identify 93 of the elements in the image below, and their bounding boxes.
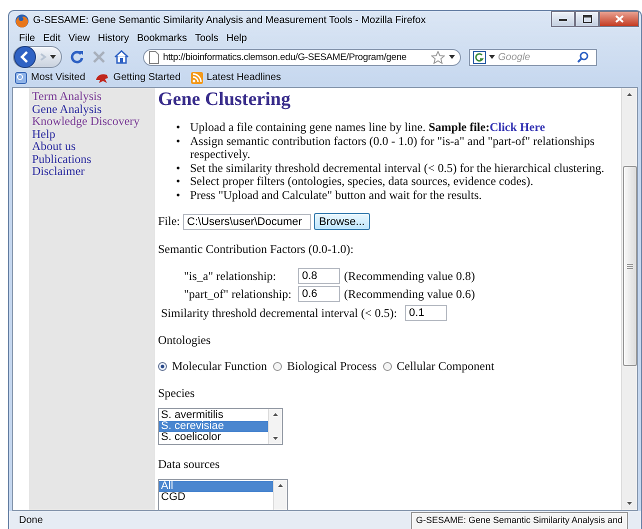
list-option[interactable]: All (159, 481, 273, 492)
maximize-button[interactable] (575, 11, 599, 27)
sample-file-link[interactable]: Click Here (490, 120, 546, 134)
caret-icon[interactable] (449, 55, 455, 60)
field-label: "part_of" relationship: (184, 286, 292, 302)
scroll-up-icon[interactable] (278, 484, 283, 488)
close-button[interactable] (599, 11, 639, 27)
sidebar-link[interactable]: About us (32, 140, 155, 153)
sidebar-link[interactable]: Help (32, 128, 155, 140)
file-label: File: (158, 214, 180, 230)
minimize-icon (559, 18, 567, 20)
bookmark-item[interactable]: Getting Started (95, 72, 181, 84)
reload-icon[interactable] (70, 50, 84, 64)
status-text: Done (19, 514, 43, 526)
section-heading: Semantic Contribution Factors (0.0-1.0): (158, 242, 355, 258)
recommendation-text: (Recommending value 0.6) (344, 286, 476, 302)
factor-field[interactable]: 0.6 (298, 286, 340, 302)
list-scrollbar[interactable] (268, 409, 282, 444)
field-label: Similarity threshold decremental interval (< 0.5): (161, 306, 398, 321)
back-icon[interactable] (14, 46, 36, 68)
search-icon[interactable] (577, 51, 589, 64)
sidebar-link[interactable]: Knowledge Discovery (32, 115, 155, 128)
sidebar-link[interactable]: Term Analysis (32, 90, 155, 103)
close-icon (614, 15, 624, 23)
section-heading: Species (158, 386, 196, 402)
sidebar-link[interactable]: Disclaimer (32, 165, 155, 178)
feed-icon (190, 72, 203, 84)
scroll-up-icon[interactable] (627, 93, 632, 96)
list-option[interactable]: CGD (159, 492, 273, 504)
firefox-icon (15, 14, 29, 28)
grip-icon (626, 264, 632, 269)
list-option[interactable]: S. cerevisiae (159, 421, 268, 432)
star-icon[interactable] (431, 50, 445, 64)
radio-label: Biological Process (286, 359, 377, 374)
menu-item[interactable]: File (19, 32, 36, 44)
scroll-down-icon[interactable] (273, 437, 278, 440)
instruction-item: Upload a file containing gene names line by line. Sample file:Click Here (190, 121, 546, 135)
browse-button[interactable]: Browse... (314, 213, 370, 230)
menu-item[interactable]: Help (226, 32, 247, 44)
maximize-icon (582, 15, 592, 23)
bug-icon (95, 72, 110, 84)
menu-item[interactable]: Edit (43, 32, 60, 44)
link-tooltip: G-SESAME: Gene Semantic Similarity Analysis and (411, 512, 628, 529)
radio-label: Molecular Function (172, 359, 267, 374)
list-option[interactable]: S. coelicolor (159, 432, 268, 444)
menu-item[interactable]: History (98, 32, 129, 44)
sidebar-link[interactable]: Gene Analysis (32, 102, 155, 116)
home-icon[interactable] (114, 50, 129, 64)
radio-button[interactable] (382, 362, 392, 372)
menu-item[interactable]: Bookmarks (136, 32, 187, 44)
species-listbox[interactable]: S. avermitilis S. cerevisiae S. coelicolor (158, 408, 283, 446)
recommendation-text: (Recommending value 0.8) (344, 268, 476, 284)
window-title: G-SESAME: Gene Semantic Similarity Analysis and Measurement Tools - Mozilla Firefox (33, 15, 426, 26)
factor-field[interactable]: 0.8 (298, 268, 340, 284)
bullet-mark: • (176, 188, 182, 202)
bookmark-item[interactable]: Latest Headlines (190, 72, 282, 84)
minimize-button[interactable] (551, 11, 575, 27)
sidebar-link[interactable]: Publications (32, 152, 155, 166)
menu-item[interactable]: Tools (195, 32, 218, 44)
menu-item[interactable]: View (68, 32, 90, 44)
field-label: "is_a" relationship: (184, 268, 278, 284)
back-forward-control[interactable] (13, 46, 62, 68)
data-sources-listbox[interactable]: All CGD (158, 479, 288, 510)
radio-button[interactable] (158, 362, 167, 372)
scroll-thumb[interactable] (622, 166, 636, 366)
bullet-mark: • (176, 121, 182, 135)
instruction-item: Assign semantic contribution factors (0.0 - 1.0) for "is-a" and "part-of" relationships respectively. (190, 134, 596, 162)
bullet-mark: • (176, 175, 182, 189)
page-heading: Gene Clustering (158, 89, 292, 112)
radio-label: Cellular Component (396, 359, 494, 374)
caret-icon[interactable] (489, 55, 495, 60)
instruction-item: Set the similarity threshold decremental interval (< 0.5) for the hierarchical clustering. (190, 162, 604, 176)
search-box[interactable]: Google (469, 48, 597, 66)
bullet-mark: • (176, 134, 182, 150)
list-option[interactable]: S. avermitilis (159, 410, 268, 422)
bullet-mark: • (176, 162, 182, 176)
section-heading: Data sources (158, 457, 221, 472)
list-scrollbar[interactable] (273, 480, 287, 510)
bookmark-item[interactable]: Most Visited (15, 72, 86, 84)
file-path-field[interactable]: C:\Users\user\Documer (183, 214, 312, 230)
radio-button[interactable] (272, 362, 282, 372)
section-heading: Ontologies (158, 333, 212, 348)
page-icon (149, 50, 159, 64)
instruction-item: Press "Upload and Calculate" button and wait for the results. (190, 188, 482, 202)
instruction-item: Select proper filters (ontologies, species, data sources, evidence codes). (190, 175, 534, 189)
caret-icon[interactable] (50, 55, 56, 60)
address-bar[interactable]: http://bioinformatics.clemson.edu/G-SESAME/Program/gene (143, 48, 461, 66)
page-scrollbar[interactable] (621, 88, 637, 510)
scroll-down-icon[interactable] (627, 502, 632, 506)
places-icon (15, 72, 27, 84)
search-engine-icon[interactable] (473, 50, 486, 64)
scroll-up-icon[interactable] (273, 413, 278, 416)
threshold-field[interactable]: 0.1 (405, 305, 448, 322)
